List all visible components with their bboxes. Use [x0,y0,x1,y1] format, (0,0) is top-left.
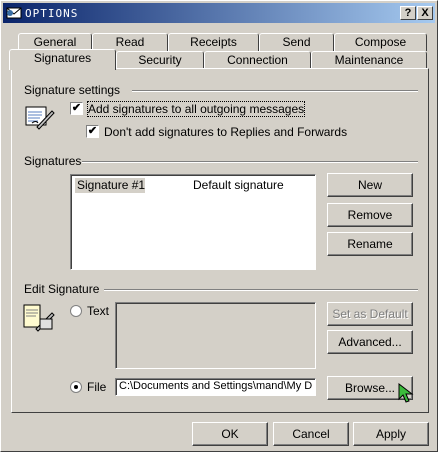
file-path-input[interactable]: C:\Documents and Settings\mand\My D [115,378,316,396]
ok-button-label: OK [221,427,239,441]
advanced-button-label: Advanced... [338,335,402,349]
file-radio[interactable] [70,381,82,393]
title-bar[interactable]: OPTIONS ? X [3,3,435,23]
radio-dot [74,385,78,389]
apply-button-label: Apply [375,427,407,441]
signature-name[interactable]: Signature #1 [77,178,145,192]
signatures-heading: Signatures [24,154,82,168]
divider [104,289,418,291]
text-radio[interactable] [70,305,82,317]
outlook-express-icon [6,7,22,19]
signatures-panel: Signature settings ✔ Add signatures to a… [11,68,429,413]
set-as-default-label: Set as Default [332,307,408,321]
rename-button[interactable]: Rename [327,232,413,256]
options-dialog: OPTIONS ? X General Read Receipts Send C… [0,0,438,452]
tab-send[interactable]: Send [259,33,334,51]
add-all-label[interactable]: Add signatures to all outgoing messages [86,101,306,117]
window-title: OPTIONS [25,7,79,20]
browse-button-label: Browse... [344,381,395,395]
tab-signatures[interactable]: Signatures [9,49,116,70]
new-button-label: New [357,178,382,192]
file-radio-label[interactable]: File [87,380,106,394]
cancel-button-label: Cancel [292,427,330,441]
cursor-icon [398,383,414,403]
tab-connection[interactable]: Connection [204,51,311,69]
signature-settings-icon [25,106,55,130]
cancel-button[interactable]: Cancel [273,422,349,446]
signature-settings-heading: Signature settings [24,83,121,97]
ok-button[interactable]: OK [192,422,268,446]
divider [82,161,418,163]
text-radio-label[interactable]: Text [87,304,109,318]
remove-button-label: Remove [347,208,393,222]
rename-button-label: Rename [347,237,393,251]
tab-compose[interactable]: Compose [334,33,427,51]
signature-note: Default signature [193,178,284,192]
tab-security[interactable]: Security [116,51,204,69]
edit-signature-heading: Edit Signature [24,282,100,296]
set-as-default-button: Set as Default [327,302,413,326]
signatures-list[interactable]: Signature #1 Default signature [70,174,316,270]
add-all-checkbox[interactable]: ✔ [70,102,83,115]
new-button[interactable]: New [327,173,413,197]
divider [132,90,418,92]
tab-maintenance[interactable]: Maintenance [311,51,427,69]
no-replies-label[interactable]: Don't add signatures to Replies and Forw… [104,125,347,139]
help-button[interactable]: ? [400,6,416,20]
signature-text-area[interactable] [115,302,316,369]
no-replies-checkbox[interactable]: ✔ [86,125,99,138]
edit-signature-icon [23,304,55,332]
apply-button[interactable]: Apply [353,422,429,446]
remove-button[interactable]: Remove [327,203,413,227]
advanced-button[interactable]: Advanced... [327,330,413,354]
tab-receipts[interactable]: Receipts [168,33,259,51]
close-button[interactable]: X [417,6,433,20]
